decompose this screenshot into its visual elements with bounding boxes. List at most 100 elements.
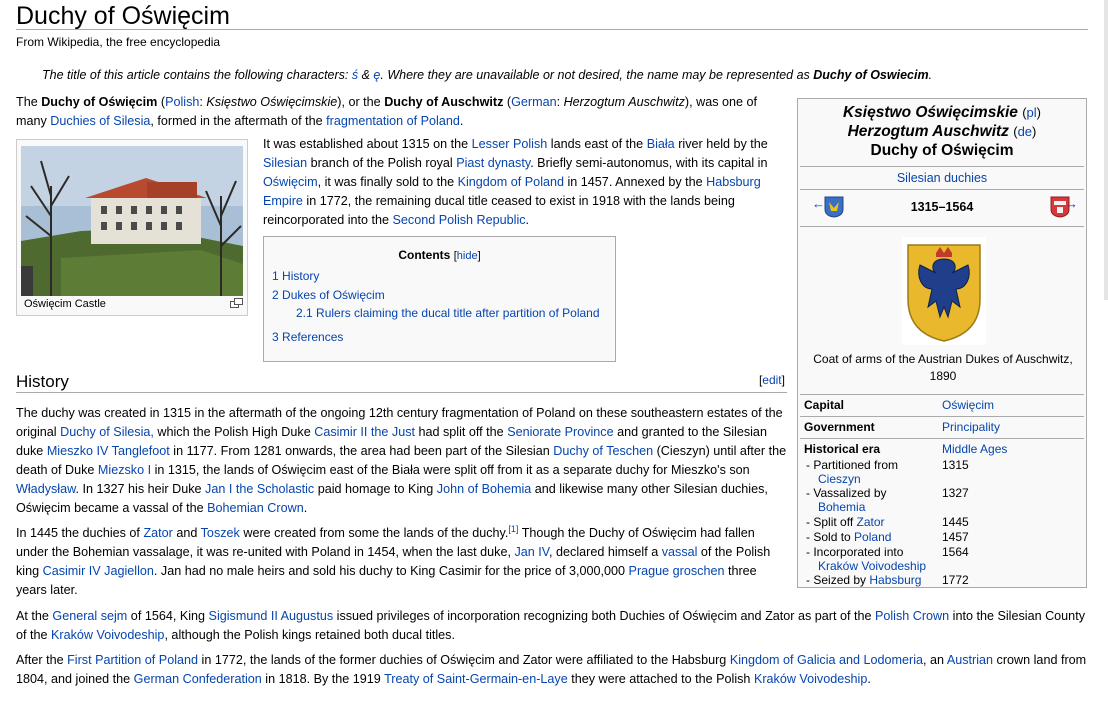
link[interactable]: vassal <box>662 545 698 559</box>
link[interactable]: Treaty of Saint-Germain-en-Laye <box>384 672 568 686</box>
link[interactable]: Austrian <box>947 653 993 667</box>
event-link[interactable]: Poland <box>854 530 891 544</box>
link-piast-dynasty[interactable]: Piast dynasty <box>456 156 530 170</box>
toc-item[interactable]: 1 History <box>272 269 319 283</box>
era-link[interactable]: Middle Ages <box>942 442 1007 456</box>
event-row: - Seized by Habsburg 1772 <box>800 573 1084 588</box>
toc-item[interactable]: 2.1 Rulers claiming the ducal title afte… <box>296 306 600 320</box>
government-row: Government Principality <box>800 416 1084 438</box>
government-label: Government <box>804 420 875 434</box>
link[interactable]: Kingdom of Galicia and Lodomeria <box>730 653 923 667</box>
link[interactable]: John of Bohemia <box>437 482 532 496</box>
text: , an <box>923 653 947 667</box>
text: river held by the <box>674 137 768 151</box>
lang-link-pl[interactable]: pl <box>1027 105 1037 120</box>
toc-num: 2 <box>272 288 279 302</box>
event-link[interactable]: Kraków Voivodeship <box>806 559 942 573</box>
link[interactable]: Bohemian Crown <box>207 501 304 515</box>
link[interactable]: Jan I the Scholastic <box>205 482 314 496</box>
link[interactable]: Jan IV <box>514 545 549 559</box>
history-paragraph-1: The duchy was created in 1315 in the aft… <box>16 404 790 518</box>
next-state-arrow-icon[interactable]: → <box>1065 194 1078 214</box>
link-polish[interactable]: Polish <box>165 95 199 109</box>
era-label: Historical era <box>804 442 881 456</box>
link-oswiecim[interactable]: Oświęcim <box>263 175 318 189</box>
event-link[interactable]: Habsburg <box>869 573 921 587</box>
text: , declared himself a <box>549 545 662 559</box>
government-link[interactable]: Principality <box>942 420 1000 434</box>
event-link[interactable]: Cieszyn <box>806 472 942 486</box>
section-title: History <box>16 372 69 391</box>
event-year: 1315 <box>942 458 969 472</box>
toc-hide-link[interactable]: hide <box>457 250 478 262</box>
link[interactable]: Kraków Voivodeship <box>754 672 867 686</box>
notice-text: . <box>928 68 933 82</box>
text: . <box>459 114 464 128</box>
link-fragmentation[interactable]: fragmentation of Poland <box>326 114 460 128</box>
intro-paragraph: It was established about 1315 on the Les… <box>263 135 793 230</box>
link[interactable]: Prague groschen <box>629 564 725 578</box>
link-biala[interactable]: Biała <box>647 137 675 151</box>
link[interactable]: Seniorate Province <box>507 425 613 439</box>
link-lesser-polish[interactable]: Lesser Polish <box>472 137 548 151</box>
link-duchies-of-silesia[interactable]: Duchies of Silesia <box>50 114 150 128</box>
link-kingdom-of-poland[interactable]: Kingdom of Poland <box>458 175 564 189</box>
reference-link[interactable]: [1] <box>508 524 518 534</box>
text: It was established about 1315 on the <box>263 137 472 151</box>
infobox: Księstwo Oświęcimskie (pl) Herzogtum Aus… <box>797 98 1087 588</box>
era-row: Historical era Middle Ages <box>800 438 1084 458</box>
text: had split off the <box>415 425 508 439</box>
link[interactable]: Kraków Voivodeship <box>51 628 164 642</box>
event-link[interactable]: Bohemia <box>806 500 942 514</box>
toc-label: History <box>282 269 320 283</box>
link-silesian-duchies[interactable]: Silesian duchies <box>897 171 987 185</box>
toc-item[interactable]: 2 Dukes of Oświęcim <box>272 288 385 302</box>
infobox-years: 1315–1564 <box>910 200 974 214</box>
toc-label: References <box>282 330 344 344</box>
magnify-icon[interactable] <box>230 298 243 308</box>
toc-num: 1 <box>272 269 279 283</box>
edit-link[interactable]: edit <box>762 373 781 387</box>
link[interactable]: First Partition of Poland <box>67 653 198 667</box>
link[interactable]: Polish Crown <box>875 609 949 623</box>
link[interactable]: Duchy of Silesia, <box>60 425 154 439</box>
text: . Briefly semi-autonomus, with its capit… <box>530 156 768 170</box>
text: , it was finally sold to the <box>317 175 458 189</box>
link[interactable]: Mieszko IV Tanglefoot <box>47 444 170 458</box>
link[interactable]: Sigismund II Augustus <box>209 609 334 623</box>
link[interactable]: Toszek <box>201 526 240 540</box>
link-second-polish-republic[interactable]: Second Polish Republic <box>393 213 526 227</box>
capital-label: Capital <box>804 398 845 412</box>
link[interactable]: Miezsko I <box>98 463 151 477</box>
upper-silesia-flag-icon[interactable] <box>824 196 844 218</box>
event-link[interactable]: Zator <box>857 515 885 529</box>
text: At the <box>16 609 53 623</box>
text: in 1772, the lands of the former duchies… <box>198 653 730 667</box>
link[interactable]: German Confederation <box>134 672 262 686</box>
edit-section: [edit] <box>758 373 785 387</box>
lang-link-de[interactable]: de <box>1018 124 1032 139</box>
capital-link[interactable]: Oświęcim <box>942 398 994 412</box>
text: which the Polish High Duke <box>153 425 315 439</box>
link[interactable]: Władysław <box>16 482 76 496</box>
event-year: 1327 <box>942 486 969 500</box>
infobox-years-row: ← 1315–1564 → <box>798 190 1086 226</box>
link[interactable]: Duchy of Teschen <box>553 444 653 458</box>
link[interactable]: Casimir IV Jagiellon <box>43 564 154 578</box>
link[interactable]: Zator <box>143 526 172 540</box>
vertical-scrollbar[interactable] <box>1104 0 1108 300</box>
coat-of-arms-image[interactable] <box>902 237 986 345</box>
italic-name: Księstwo Oświęcimskie <box>206 95 338 109</box>
coat-of-arms-caption: Coat of arms of the Austrian Dukes of Au… <box>813 352 1073 383</box>
text: . <box>525 213 530 227</box>
link[interactable]: Casimir II the Just <box>314 425 415 439</box>
link[interactable]: General sejm <box>52 609 127 623</box>
bold-title: Duchy of Auschwitz <box>384 95 504 109</box>
toc-item[interactable]: 3 References <box>272 330 343 344</box>
link-silesian[interactable]: Silesian <box>263 156 307 170</box>
event-label: Split off <box>813 515 854 529</box>
link-german[interactable]: German <box>511 95 557 109</box>
infobox-duchies: Silesian duchies <box>798 167 1086 189</box>
table-of-contents: Contents [hide] 1 History 2 Dukes of Ośw… <box>263 236 616 362</box>
castle-photo[interactable] <box>21 146 243 296</box>
